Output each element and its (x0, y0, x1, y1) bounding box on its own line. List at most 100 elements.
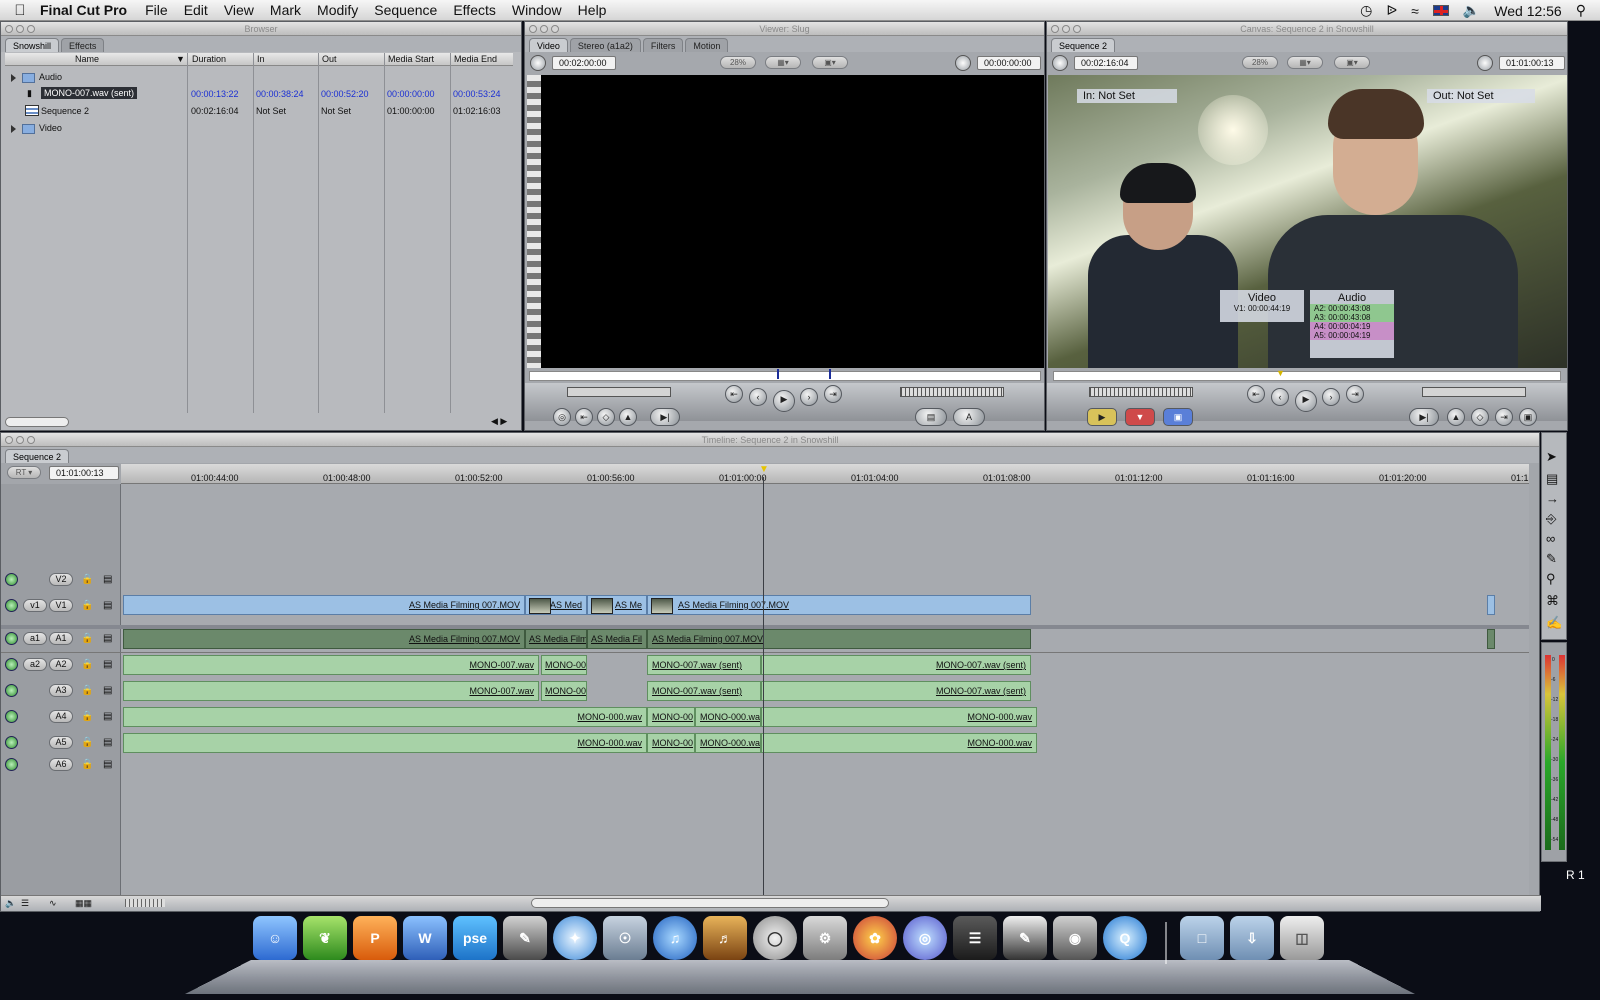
mark-in-out-icon[interactable]: ▶| (1409, 408, 1439, 426)
shuttle-slider[interactable] (567, 387, 671, 397)
lock-icon[interactable]: 🔒 (81, 574, 93, 585)
track-label[interactable]: A4 (49, 710, 73, 723)
window-buttons[interactable] (5, 25, 35, 33)
audible-icon[interactable] (5, 658, 18, 671)
playhead-icon[interactable]: ▼ (759, 464, 769, 475)
itunes-icon[interactable]: ♫ (653, 916, 697, 960)
insert-edit-icon[interactable]: ▶ (1087, 408, 1117, 426)
spotlight-icon[interactable]: ⚲ (1576, 2, 1586, 19)
documents-folder-icon[interactable]: □ (1180, 916, 1224, 960)
photoshop-elements-icon[interactable]: pse (453, 916, 497, 960)
timeline-clip[interactable]: AS Media Film (525, 629, 587, 649)
clapper-icon[interactable]: ✎ (503, 916, 547, 960)
lock-icon[interactable]: 🔒 (81, 685, 93, 696)
current-timecode-field[interactable]: 01:01:00:13 (1499, 56, 1565, 70)
timeline-clip[interactable]: AS Med (525, 595, 587, 615)
soundtrack-icon[interactable]: ☰ (953, 916, 997, 960)
window-buttons[interactable] (1051, 25, 1081, 33)
col-duration[interactable]: Duration (192, 54, 226, 64)
timeline-clip[interactable]: AS Media Filming 007.MOV (123, 595, 525, 615)
track-label[interactable]: V2 (49, 573, 73, 586)
track-visibility-icon[interactable] (5, 573, 18, 586)
lock-icon[interactable]: 🔒 (81, 711, 93, 722)
final-cut-pro-icon[interactable]: ✎ (1003, 916, 1047, 960)
match-frame-icon[interactable]: ◎ (553, 408, 571, 426)
timeline-clip[interactable]: MONO-00 (541, 681, 587, 701)
in-out-markers[interactable] (777, 369, 831, 379)
auto-select-icon[interactable]: ▤ (103, 685, 112, 696)
auto-select-icon[interactable]: ▤ (103, 759, 112, 770)
timeline-scrollbar[interactable] (531, 898, 889, 908)
next-edit-icon[interactable]: ⇥ (1346, 385, 1364, 403)
input-flag-icon[interactable] (1432, 5, 1449, 16)
source-label[interactable]: a1 (23, 632, 47, 645)
auto-select-icon[interactable]: ▤ (103, 633, 112, 644)
razor-tool-icon[interactable]: ✎ (1546, 551, 1557, 567)
prev-edit-icon[interactable]: ⇤ (1247, 385, 1265, 403)
menu-edit[interactable]: Edit (184, 2, 208, 18)
timeline-clip[interactable]: MONO-00 (647, 733, 695, 753)
mark-in-icon[interactable]: ⇥ (1495, 408, 1513, 426)
menu-effects[interactable]: Effects (453, 2, 496, 18)
zoom-tool-icon[interactable]: ⚲ (1546, 571, 1556, 587)
tab-effects[interactable]: Effects (61, 38, 105, 52)
play-in-out-icon[interactable]: ‹ (1271, 388, 1289, 406)
tab-stereo[interactable]: Stereo (a1a2) (569, 38, 641, 52)
view-popup[interactable]: ▦▾ (765, 56, 801, 69)
auto-select-icon[interactable]: ▤ (103, 659, 112, 670)
time-machine-icon[interactable]: ◷ (1360, 2, 1372, 19)
add-marker-icon[interactable]: ◇ (1471, 408, 1489, 426)
audible-icon[interactable] (5, 632, 18, 645)
tab-sequence-2[interactable]: Sequence 2 (5, 449, 70, 463)
jog-control[interactable] (1089, 387, 1193, 397)
selection-tool-icon[interactable]: ➤ (1546, 449, 1557, 465)
tab-snowshill[interactable]: Snowshill (5, 38, 60, 52)
lock-icon[interactable]: 🔒 (81, 600, 93, 611)
lock-icon[interactable]: 🔒 (81, 633, 93, 644)
zoom-popup[interactable]: 28% (1242, 56, 1278, 69)
timeline-clip[interactable]: MONO-000.wav (123, 733, 647, 753)
time-ruler[interactable]: 01:00:44:00 01:00:48:00 01:00:52:00 01:0… (121, 464, 1529, 484)
timeline-clip[interactable]: AS Media Filming 007.MOV (123, 629, 525, 649)
duration-field[interactable]: 00:02:16:04 (1074, 56, 1138, 70)
timeline-clip[interactable] (1487, 629, 1495, 649)
menu-sequence[interactable]: Sequence (374, 2, 437, 18)
display-popup[interactable]: ▣▾ (1334, 56, 1370, 69)
playhead-icon[interactable]: ▼ (1276, 368, 1285, 378)
word-icon[interactable]: W (403, 916, 447, 960)
zoom-slider[interactable] (125, 899, 165, 907)
menu-file[interactable]: File (145, 2, 168, 18)
messenger-icon[interactable]: ❦ (303, 916, 347, 960)
col-in[interactable]: In (257, 54, 265, 64)
add-marker-icon[interactable]: ◇ (597, 408, 615, 426)
mark-clip-icon[interactable]: ⇤ (575, 408, 593, 426)
timeline-clip[interactable]: MONO-007.wav (123, 655, 539, 675)
audio-controls-icon[interactable]: 🔈 (5, 898, 16, 909)
horizontal-scrollbar[interactable] (5, 417, 69, 427)
track-label[interactable]: A5 (49, 736, 73, 749)
list-item[interactable]: ▮ MONO-007.wav (sent) 00:00:13:22 00:00:… (5, 85, 513, 102)
roll-tool-icon[interactable]: ⎆ (1546, 511, 1556, 527)
menu-mark[interactable]: Mark (270, 2, 301, 18)
tab-video[interactable]: Video (529, 38, 568, 52)
lock-icon[interactable]: 🔒 (81, 759, 93, 770)
next-edit-icon[interactable]: ⇥ (824, 385, 842, 403)
downloads-folder-icon[interactable]: ⇩ (1230, 916, 1274, 960)
crop-tool-icon[interactable]: ⌘ (1546, 593, 1559, 609)
finder-icon[interactable]: ☺ (253, 916, 297, 960)
menu-view[interactable]: View (224, 2, 254, 18)
pen-tool-icon[interactable]: ✍ (1546, 615, 1562, 631)
display-popup[interactable]: ▣▾ (812, 56, 848, 69)
compressor-icon[interactable]: ◉ (1053, 916, 1097, 960)
track-label[interactable]: A3 (49, 684, 73, 697)
disclosure-icon[interactable] (11, 73, 16, 82)
disclosure-icon[interactable] (11, 124, 16, 133)
timeline-clip[interactable]: MONO-000.wav (123, 707, 647, 727)
quicktime-icon[interactable]: Q (1103, 916, 1147, 960)
powerpoint-icon[interactable]: P (353, 916, 397, 960)
timeline-clip[interactable] (1487, 595, 1495, 615)
list-item[interactable]: Audio (5, 68, 513, 85)
timeline-clip[interactable]: MONO-00 (541, 655, 587, 675)
audible-icon[interactable] (5, 736, 18, 749)
wifi-icon[interactable]: ≈ (1411, 3, 1419, 19)
